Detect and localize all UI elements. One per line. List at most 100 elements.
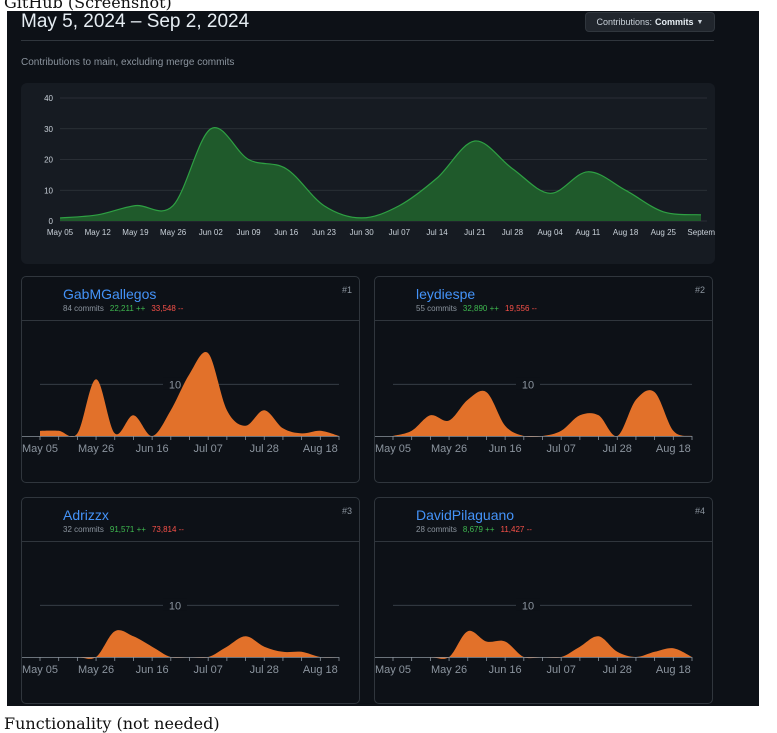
deletions-count: 11,427 -- [500,525,532,534]
x-tick-label: May 12 [85,228,112,237]
x-tick-label: May 26 [78,443,114,455]
contributor-stats: 55 commits 32,890 ++ 19,556 -- [416,304,537,313]
deletions-count: 73,814 -- [151,525,184,534]
x-tick-label: Jun 09 [237,228,262,237]
contributors-panel: May 5, 2024 – Sep 2, 2024 Contributions:… [7,11,759,706]
rank-badge: #3 [341,506,352,516]
x-tick-label: May 05 [22,664,58,676]
commits-area [393,390,692,437]
x-tick-label: Jun 16 [136,443,169,455]
deletions-count: 33,548 -- [151,304,184,313]
avatar[interactable] [381,283,411,313]
deletions-count: 19,556 -- [504,304,537,313]
contributions-value: Commits [655,17,694,27]
rank-badge: #2 [694,285,705,295]
x-tick-label: Aug 18 [613,228,639,237]
main-commits-chart: 0 10 20 30 40 May 05 May 12 May 19 May 26 Jun 02 J… [44,94,715,237]
contributor-card: leydiespe 55 commits 32,890 ++ 19,556 -- #… [374,276,713,483]
x-tick-label: Jul 07 [194,664,223,676]
x-tick-label: Jul 28 [250,664,279,676]
x-tick-label: Jul 28 [250,443,279,455]
y-tick-label: 20 [44,156,53,165]
x-tick-label: Jun 02 [199,228,224,237]
x-tick-label: May 26 [160,228,187,237]
x-tick-label: Aug 25 [651,228,677,237]
contributor-card: DavidPilaguano 28 commits 8,679 ++ 11,427 … [374,497,713,704]
contributor-commits-chart: 10 May 05 May 26 Jun 16 Jul 07 Jul 28 Aug 18 [375,598,693,676]
contributor-header: DavidPilaguano 28 commits 8,679 ++ 11,427 … [375,498,712,542]
x-tick-label: Jun 16 [489,664,522,676]
contributor-stats: 84 commits 22,211 ++ 33,548 -- [63,304,183,313]
additions-count: 22,211 ++ [109,304,146,313]
contributor-name-link[interactable]: GabMGallegos [63,286,156,302]
x-tick-label: Aug 11 [575,228,600,237]
contributor-header: leydiespe 55 commits 32,890 ++ 19,556 -- #… [375,277,712,321]
rank-badge: #1 [341,285,352,295]
contributor-header: Adrizzx 32 commits 91,571 ++ 73,814 -- #3 [22,498,359,542]
side-strip [731,11,759,706]
avatar[interactable] [28,283,58,313]
contributor-commits-chart: 10 May 05 May 26 Jun 16 Jul 07 Jul 28 Aug 18 [22,352,340,455]
contributor-name-link[interactable]: leydiespe [416,286,475,302]
x-tick-label: Aug 18 [303,443,338,455]
x-tick-label: Jun 16 [489,443,522,455]
x-tick-label: May 26 [431,443,467,455]
x-tick-label: Jul 28 [502,228,524,237]
x-tick-label: Aug 18 [656,664,691,676]
x-tick-label: Jun 16 [136,664,169,676]
contributor-stats: 32 commits 91,571 ++ 73,814 -- [63,525,184,534]
x-tick-label: September [687,228,715,237]
x-tick-label: Jul 07 [389,228,411,237]
y-tick-label: 10 [522,379,534,391]
x-tick-label: Jun 23 [312,228,337,237]
x-tick-label: May 19 [122,228,149,237]
x-tick-label: May 26 [78,664,114,676]
commit-count: 32 commits [63,525,104,534]
y-tick-label: 0 [49,217,54,226]
y-tick-label: 40 [44,94,53,103]
x-tick-label: Jul 21 [464,228,486,237]
contributor-stats: 28 commits 8,679 ++ 11,427 -- [416,525,532,534]
y-tick-label: 10 [44,186,53,195]
contributor-commits-chart: 10 May 05 May 26 Jun 16 Jul 07 Jul 28 Aug 18 [375,377,693,455]
contributions-dropdown-button[interactable]: Contributions: Commits ▼ [585,12,715,32]
x-tick-label: Jul 07 [194,443,223,455]
additions-count: 32,890 ++ [462,304,499,313]
commits-area [60,127,701,221]
commit-count: 55 commits [416,304,457,313]
commit-count: 28 commits [416,525,457,534]
contributor-commits-chart: 10 May 05 May 26 Jun 16 Jul 07 Jul 28 Aug 18 [22,598,340,676]
date-range-title: May 5, 2024 – Sep 2, 2024 [21,11,250,32]
contributions-label: Contributions: [596,17,653,27]
contributor-header: GabMGallegos 84 commits 22,211 ++ 33,548 -… [22,277,359,321]
additions-count: 91,571 ++ [109,525,146,534]
contributor-name-link[interactable]: Adrizzx [63,507,109,523]
x-tick-label: Aug 04 [537,228,563,237]
contributor-card: Adrizzx 32 commits 91,571 ++ 73,814 -- #3 … [21,497,360,704]
avatar[interactable] [28,504,58,534]
commits-area [40,630,339,659]
screenshot-caption: Functionality (not needed) [4,714,220,733]
contributor-name-link[interactable]: DavidPilaguano [416,507,514,523]
main-commits-chart-card: 0 10 20 30 40 May 05 May 12 May 19 May 26 Jun 02 J… [21,83,715,264]
x-tick-label: Aug 18 [303,664,338,676]
rank-badge: #4 [694,506,705,516]
y-tick-label: 30 [44,125,53,134]
x-tick-label: Jul 14 [426,228,448,237]
x-tick-label: May 05 [375,443,411,455]
x-tick-label: Jun 16 [274,228,299,237]
x-tick-label: Jul 07 [547,664,576,676]
additions-count: 8,679 ++ [462,525,495,534]
divider [21,40,714,41]
x-tick-label: May 05 [375,664,411,676]
x-tick-label: Jun 30 [350,228,375,237]
y-tick-label: 10 [522,600,534,612]
x-tick-label: May 26 [431,664,467,676]
avatar[interactable] [381,504,411,534]
commit-count: 84 commits [63,304,104,313]
x-tick-label: May 05 [47,228,74,237]
x-tick-label: Aug 18 [656,443,691,455]
x-tick-label: May 05 [22,443,58,455]
subtitle: Contributions to main, excluding merge c… [21,57,235,68]
x-tick-label: Jul 28 [603,664,632,676]
